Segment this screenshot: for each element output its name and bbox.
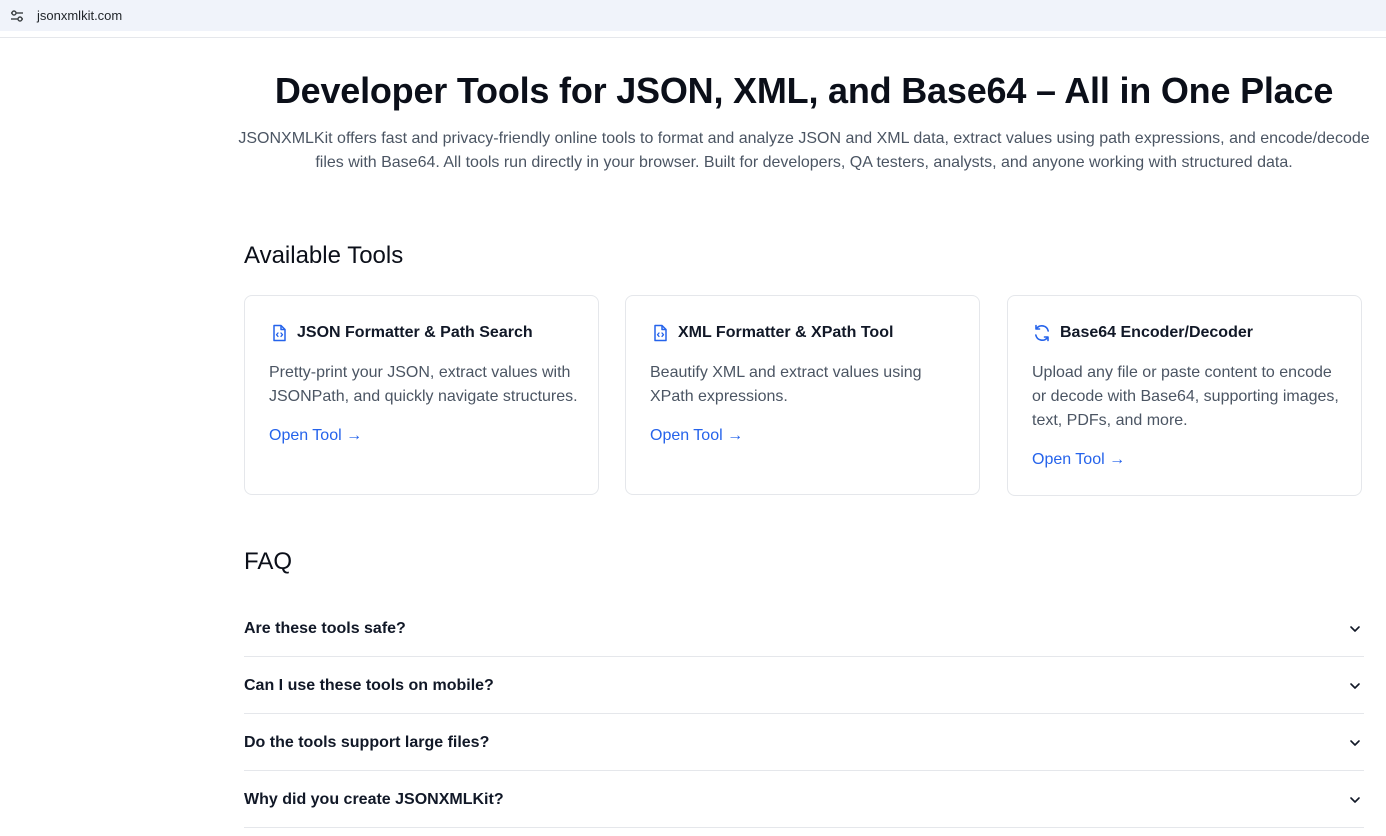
faq-list: Are these tools safe? Can I use these to… [244, 600, 1364, 828]
tool-card-header: JSON Formatter & Path Search [269, 323, 533, 343]
open-tool-link-json[interactable]: Open Tool → [269, 427, 362, 445]
chevron-down-icon[interactable] [1347, 678, 1363, 694]
tune-icon[interactable] [9, 8, 25, 24]
file-code-icon [269, 323, 289, 343]
open-tool-link-xml[interactable]: Open Tool → [650, 427, 743, 445]
tool-card-xml: XML Formatter & XPath Tool Beautify XML … [625, 295, 980, 495]
tool-card-header: XML Formatter & XPath Tool [650, 323, 893, 343]
faq-question: Why did you create JSONXMLKit? [244, 790, 504, 808]
faq-item-why[interactable]: Why did you create JSONXMLKit? [244, 771, 1364, 828]
hero-description: JSONXMLKit offers fast and privacy-frien… [238, 130, 1370, 171]
tool-card-header: Base64 Encoder/Decoder [1032, 323, 1253, 343]
tool-card-json: JSON Formatter & Path Search Pretty-prin… [244, 295, 599, 495]
url-text[interactable]: jsonxmlkit.com [37, 8, 122, 23]
tool-card-title: Base64 Encoder/Decoder [1060, 324, 1253, 341]
faq-item-safety[interactable]: Are these tools safe? [244, 600, 1364, 657]
tool-card-base64: Base64 Encoder/Decoder Upload any file o… [1007, 295, 1362, 496]
divider [0, 37, 1386, 38]
tools-section-title: Available Tools [244, 242, 404, 269]
refresh-icon [1032, 323, 1052, 343]
file-code-icon [650, 323, 670, 343]
address-bar[interactable]: jsonxmlkit.com [0, 0, 1386, 31]
open-tool-link-base64[interactable]: Open Tool → [1032, 451, 1125, 469]
faq-section-title: FAQ [244, 548, 293, 575]
faq-item-large-files[interactable]: Do the tools support large files? [244, 714, 1364, 771]
chevron-down-icon[interactable] [1347, 735, 1363, 751]
faq-item-mobile[interactable]: Can I use these tools on mobile? [244, 657, 1364, 714]
faq-question: Can I use these tools on mobile? [244, 676, 494, 694]
page-title: Developer Tools for JSON, XML, and Base6… [274, 70, 1334, 111]
faq-question: Do the tools support large files? [244, 733, 490, 751]
chevron-down-icon[interactable] [1347, 621, 1363, 637]
faq-question: Are these tools safe? [244, 619, 406, 637]
tool-card-title: JSON Formatter & Path Search [297, 324, 533, 341]
tool-card-description: Beautify XML and extract values using XP… [650, 364, 922, 405]
tool-card-title: XML Formatter & XPath Tool [678, 324, 894, 341]
tool-card-description: Pretty-print your JSON, extract values w… [269, 364, 578, 405]
tool-card-description: Upload any file or paste content to enco… [1032, 364, 1339, 429]
chevron-down-icon[interactable] [1347, 792, 1363, 808]
